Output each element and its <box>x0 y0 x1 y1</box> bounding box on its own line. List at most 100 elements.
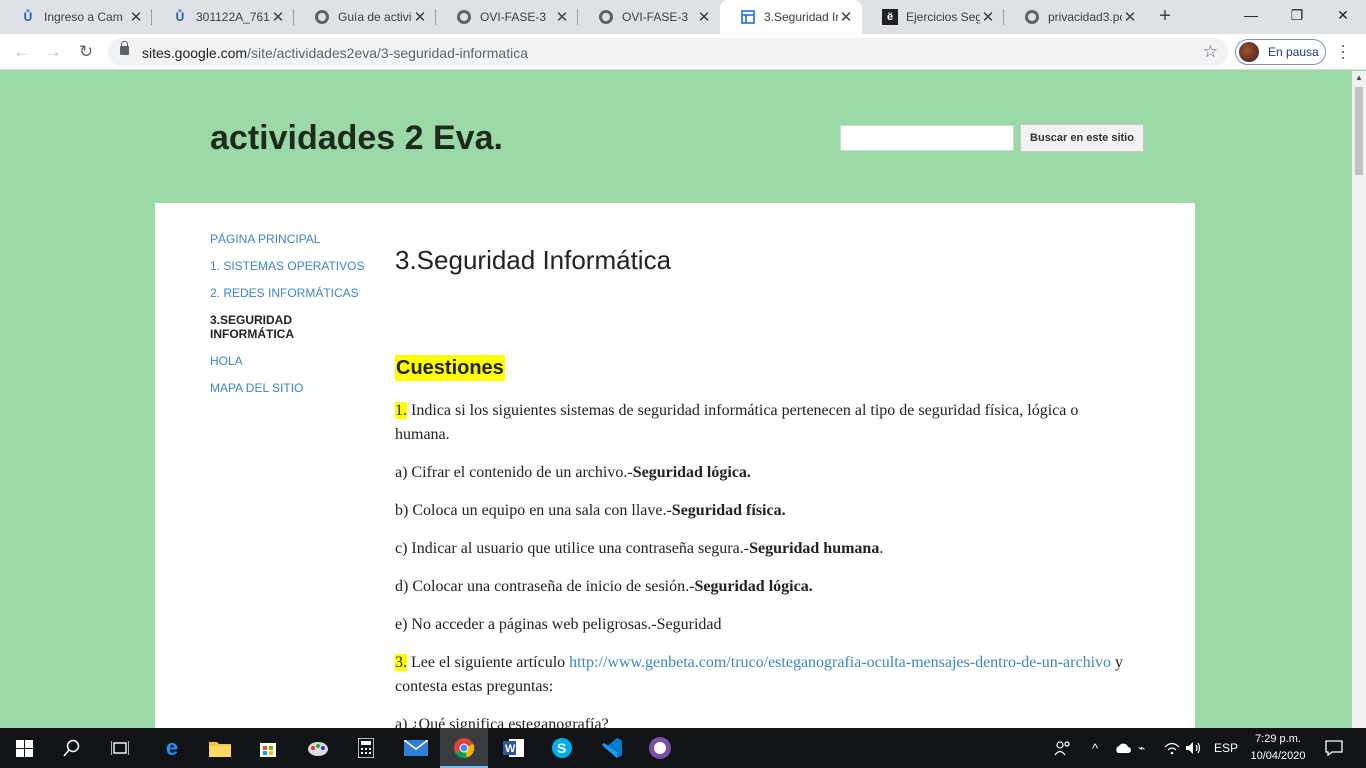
scroll-thumb[interactable] <box>1355 87 1363 175</box>
answer-value: Seguridad lógica <box>632 464 747 481</box>
file-explorer-icon[interactable] <box>196 728 244 768</box>
tab-label: Ingreso a Cam <box>44 10 123 24</box>
chrome-icon[interactable] <box>440 728 488 768</box>
question-number: 1. <box>395 402 407 419</box>
bookmark-star-icon[interactable]: ☆ <box>1203 42 1218 62</box>
notification-icon[interactable] <box>1320 728 1348 768</box>
browser-tab[interactable]: privacidad3.pc ✕ <box>1004 0 1146 34</box>
chevron-up-icon[interactable]: ^ <box>1092 728 1098 768</box>
sidebar-item-seguridad-informatica: 3.SEGURIDAD INFORMÁTICA <box>210 313 294 341</box>
menu-dots-icon[interactable]: · · · <box>1340 36 1346 66</box>
tab-label: Ejercicios Segu <box>906 10 980 24</box>
edge-icon[interactable]: e <box>148 728 196 768</box>
new-tab-button[interactable]: + <box>1155 6 1175 26</box>
word-icon[interactable]: W <box>490 728 538 768</box>
browser-tab[interactable]: Ů Ingreso a Cam ✕ <box>0 0 152 34</box>
question-text: Indica si los siguientes sistemas de seg… <box>395 402 1079 443</box>
url-path: /site/actividades2eva/3-seguridad-inform… <box>247 45 528 61</box>
lock-icon <box>120 41 129 55</box>
windows-start-icon[interactable] <box>0 728 48 768</box>
minimize-button[interactable]: — <box>1228 0 1274 30</box>
close-icon[interactable]: ✕ <box>838 8 854 26</box>
sidebar-item-pagina-principal[interactable]: PÁGINA PRINCIPAL <box>210 232 370 246</box>
mail-icon[interactable] <box>392 728 440 768</box>
site-title[interactable]: actividades 2 Eva. <box>210 119 503 158</box>
profile-button[interactable]: En pausa <box>1235 39 1326 65</box>
skype-icon[interactable]: S <box>538 728 586 768</box>
page-scrollbar[interactable]: ▲ <box>1352 71 1366 728</box>
close-icon[interactable]: ✕ <box>980 8 996 26</box>
url-text: sites.google.com/site/actividades2eva/3-… <box>142 45 528 61</box>
browser-tab[interactable]: OVI-FASE-3 ✕ <box>436 0 578 34</box>
globe-icon <box>456 9 472 25</box>
university-icon: Ů <box>175 10 185 24</box>
content-area: PÁGINA PRINCIPAL 1. SISTEMAS OPERATIVOS … <box>155 203 1195 728</box>
university-icon: Ů <box>23 10 33 24</box>
back-button[interactable]: ← <box>10 40 34 64</box>
wifi-icon[interactable] <box>1164 728 1180 768</box>
close-icon[interactable]: ✕ <box>1122 8 1138 26</box>
system-clock[interactable]: 7:29 p.m. 10/04/2020 <box>1246 731 1310 765</box>
clock-time: 7:29 p.m. <box>1255 733 1301 745</box>
reload-button[interactable]: ↻ <box>74 40 98 64</box>
store-icon[interactable] <box>244 728 292 768</box>
browser-tab[interactable]: OVI-FASE-3 ✕ <box>578 0 720 34</box>
svg-text:S: S <box>557 740 566 756</box>
close-icon[interactable]: ✕ <box>554 8 570 26</box>
section-heading: Cuestiones <box>395 355 505 381</box>
onedrive-icon[interactable] <box>1114 728 1132 768</box>
volume-icon[interactable] <box>1186 728 1202 768</box>
tab-label: 3.Seguridad In <box>764 10 838 24</box>
task-view-icon[interactable] <box>96 728 144 768</box>
address-bar[interactable]: sites.google.com/site/actividades2eva/3-… <box>108 38 1228 66</box>
restore-button[interactable]: ❐ <box>1274 0 1320 30</box>
language-indicator[interactable]: ESP <box>1214 728 1238 768</box>
site-search-input[interactable] <box>840 125 1014 151</box>
sidebar-item-sistemas-operativos[interactable]: 1. SISTEMAS OPERATIVOS <box>210 259 370 273</box>
sidebar-item-mapa-del-sitio[interactable]: MAPA DEL SITIO <box>210 381 370 395</box>
question-3a: a) ¿Qué significa esteganografía? <box>395 713 1135 728</box>
close-icon[interactable]: ✕ <box>696 8 712 26</box>
scroll-up-icon[interactable]: ▲ <box>1355 73 1363 82</box>
answer-text: d) Colocar una contraseña de inicio de s… <box>395 578 695 595</box>
close-icon[interactable]: ✕ <box>128 8 144 26</box>
period: . <box>781 502 786 519</box>
question-text: Lee el siguiente artículo <box>407 654 570 671</box>
answer-e: e) No acceder a páginas web peligrosas.-… <box>395 613 1135 637</box>
browser-tab-active[interactable]: 3.Seguridad In ✕ <box>720 0 862 34</box>
answer-d: d) Colocar una contraseña de inicio de s… <box>395 575 1135 599</box>
url-host: sites.google.com <box>142 45 248 61</box>
windows-taskbar: e W S ^ ⌁ ESP 7:29 p.m. 10/04/2020 <box>0 728 1366 768</box>
period: . <box>808 578 813 595</box>
vscode-icon[interactable] <box>588 728 636 768</box>
forward-button[interactable]: → <box>41 40 65 64</box>
close-window-button[interactable]: ✕ <box>1320 0 1366 30</box>
globe-icon <box>314 9 330 25</box>
question-1: 1. Indica si los siguientes sistemas de … <box>395 399 1135 447</box>
app-icon[interactable] <box>636 728 684 768</box>
tab-label: privacidad3.pc <box>1048 10 1122 24</box>
close-icon[interactable]: ✕ <box>412 8 428 26</box>
question-3: 3. Lee el siguiente artículo http://www.… <box>395 651 1135 699</box>
calculator-icon[interactable] <box>342 728 390 768</box>
battery-icon[interactable]: ⌁ <box>1138 728 1145 768</box>
site-search-button[interactable]: Buscar en este sitio <box>1020 124 1144 152</box>
question-number: 3. <box>395 654 407 671</box>
globe-icon <box>1024 9 1040 25</box>
sites-icon <box>740 9 756 25</box>
article-link[interactable]: http://www.genbeta.com/truco/esteganogra… <box>569 654 1111 671</box>
browser-tab[interactable]: ë Ejercicios Segu ✕ <box>862 0 1004 34</box>
close-icon[interactable]: ✕ <box>270 8 286 26</box>
answer-b: b) Coloca un equipo en una sala con llav… <box>395 499 1135 523</box>
web-page: actividades 2 Eva. Buscar en este sitio … <box>0 71 1352 728</box>
answer-c: c) Indicar al usuario que utilice una co… <box>395 537 1135 561</box>
answer-value: Seguridad física <box>671 502 782 519</box>
search-icon[interactable] <box>48 728 96 768</box>
sidebar-item-hola[interactable]: HOLA <box>210 354 370 368</box>
sidebar-item-redes-informaticas[interactable]: 2. REDES INFORMÁTICAS <box>210 286 370 300</box>
paint-icon[interactable] <box>294 728 342 768</box>
people-icon[interactable] <box>1054 728 1072 768</box>
browser-tab[interactable]: Guía de activic ✕ <box>294 0 436 34</box>
browser-tab[interactable]: Ů 301122A_761 ✕ <box>152 0 294 34</box>
answer-text: c) Indicar al usuario que utilice una co… <box>395 540 750 557</box>
